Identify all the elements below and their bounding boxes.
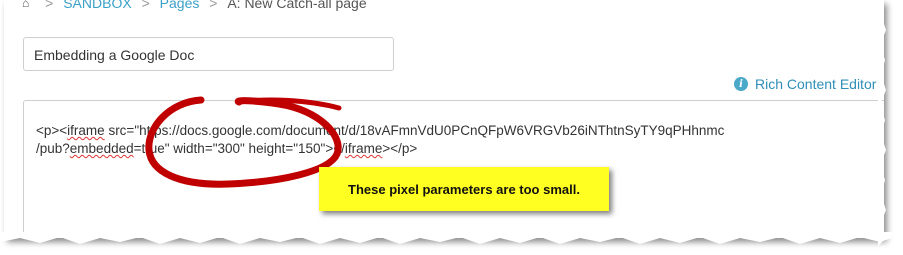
breadcrumb-separator: > bbox=[45, 0, 54, 12]
breadcrumb-separator: > bbox=[209, 0, 218, 12]
editor-line-1: <p><iframe src="https://docs.google.com/… bbox=[36, 123, 724, 138]
breadcrumb: ⌂ > SANDBOX > Pages > A: New Catch-all p… bbox=[22, 0, 367, 14]
rich-content-editor-label: Rich Content Editor bbox=[755, 76, 877, 92]
breadcrumb-item-current-page: A: New Catch-all page bbox=[227, 0, 367, 12]
code-text: /pub? bbox=[36, 141, 70, 156]
torn-edge-bottom bbox=[0, 232, 892, 244]
code-text: =true" width="300" height="150"></ bbox=[133, 141, 345, 156]
code-text: src="https://docs.google.com/document/d/… bbox=[104, 123, 725, 138]
annotation-callout: These pixel parameters are too small. bbox=[319, 167, 609, 211]
breadcrumb-separator: > bbox=[141, 0, 150, 12]
screenshot-frame: ⌂ > SANDBOX > Pages > A: New Catch-all p… bbox=[4, 0, 884, 238]
code-text: <p>< bbox=[36, 123, 68, 138]
spellcheck-word: iframe bbox=[344, 141, 383, 156]
page-title-input[interactable]: Embedding a Google Doc bbox=[23, 37, 394, 71]
editor-line-2: /pub?embedded=true" width="300" height="… bbox=[36, 141, 417, 156]
spellcheck-word: embedded bbox=[69, 141, 134, 156]
rich-content-editor-link[interactable]: i Rich Content Editor bbox=[734, 76, 876, 92]
torn-edge-right bbox=[878, 0, 886, 246]
code-text: ></p> bbox=[382, 141, 418, 156]
breadcrumb-item-sandbox[interactable]: SANDBOX bbox=[63, 0, 131, 11]
home-icon[interactable]: ⌂ bbox=[22, 0, 29, 10]
breadcrumb-item-pages[interactable]: Pages bbox=[160, 0, 200, 11]
spellcheck-word: iframe bbox=[67, 123, 105, 138]
info-icon: i bbox=[734, 77, 748, 91]
annotation-text: These pixel parameters are too small. bbox=[348, 181, 580, 197]
